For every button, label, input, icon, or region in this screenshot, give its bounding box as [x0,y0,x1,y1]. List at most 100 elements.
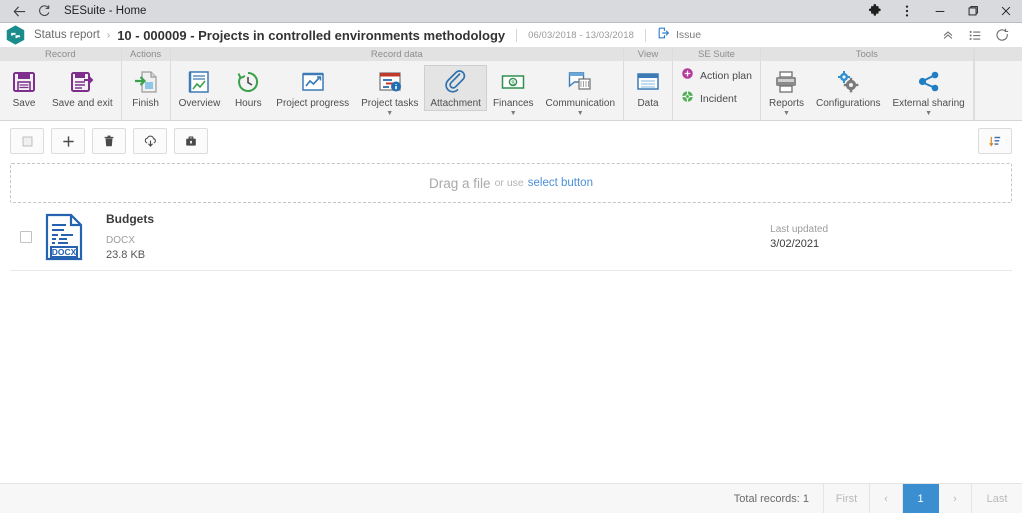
list-menu-icon[interactable] [968,28,982,42]
reload-icon[interactable] [36,3,52,19]
hours-clock-icon [235,68,261,96]
ribbon-empty-area [973,48,1022,120]
dropzone-secondary-text: or use [494,177,524,189]
action-plan-icon [681,67,694,85]
project-progress-chart-icon [300,68,326,96]
attachment-file-list: DOCX Budgets DOCX 23.8 KB Last updated 3… [10,203,1012,271]
ribbon-group-title: Record data [170,48,624,61]
chevron-down-icon[interactable]: ▼ [510,110,517,117]
ribbon-button-label: Data [637,98,659,109]
ribbon-button-project-progress[interactable]: Project progress [270,65,355,111]
back-arrow-icon[interactable] [11,3,27,19]
ribbon-item-incident[interactable]: Incident [681,90,752,108]
download-attachment-button[interactable] [133,128,167,154]
browser-title-bar: SESuite - Home [0,0,1022,23]
ribbon-button-label: Project tasks [361,98,419,109]
ribbon-group-se-suite: SE Suite Action plan Incident [673,48,761,120]
three-dot-menu-icon[interactable] [890,0,923,23]
ribbon-button-label: External sharing [892,98,965,109]
ribbon-button-external-sharing[interactable]: External sharing ▼ [886,65,970,119]
ribbon-toolbar: Record Save Save and exit Actions Finish… [0,48,1022,121]
attachment-toolbar [0,121,1022,161]
pagination-prev-button[interactable]: ‹ [870,483,903,513]
extensions-puzzle-icon[interactable] [860,0,890,23]
sort-button[interactable] [978,128,1012,154]
attachment-paperclip-icon [443,68,469,96]
ribbon-button-hours[interactable]: Hours [226,65,270,111]
pagination-last-button[interactable]: Last [972,484,1022,513]
ribbon-button-label: Reports [768,98,804,109]
browser-nav-icons [0,3,52,19]
ribbon-group-title: View [624,48,673,61]
pagination-next-button[interactable]: › [939,483,972,513]
ribbon-button-label: Hours [234,98,262,109]
double-chevron-up-icon[interactable] [941,28,955,42]
breadcrumb-status-report[interactable]: Status report [34,29,100,41]
header-actions [941,28,1014,43]
docx-file-icon: DOCX [42,213,86,261]
header-divider-1 [516,28,518,42]
file-name[interactable]: Budgets [106,212,154,226]
file-last-updated: Last updated 3/02/2021 [770,224,828,250]
ribbon-group-actions: Actions Finish [121,48,171,120]
attachment-content-area: Drag a file or use select button DOCX Bu… [0,163,1022,513]
chevron-down-icon[interactable]: ▼ [783,110,790,117]
external-sharing-icon [916,68,942,96]
add-attachment-button[interactable] [51,128,85,154]
ribbon-button-data[interactable]: Data [626,65,670,111]
overview-clipboard-icon [186,68,212,96]
archive-button[interactable] [174,128,208,154]
row-checkbox[interactable] [20,230,32,243]
table-row[interactable]: DOCX Budgets DOCX 23.8 KB Last updated 3… [10,203,1012,271]
chevron-down-icon[interactable]: ▼ [577,110,584,117]
record-date-range: 06/03/2018 - 13/03/2018 [528,29,634,41]
ribbon-button-label: Finances [492,98,534,109]
ribbon-button-label: Overview [178,98,221,109]
pagination-first-button[interactable]: First [824,483,870,513]
reports-printer-icon [773,68,799,96]
incident-icon [681,90,694,108]
ribbon-button-configurations[interactable]: Configurations [810,65,886,111]
chevron-down-icon[interactable]: ▼ [386,110,393,117]
refresh-icon[interactable] [995,28,1010,43]
ribbon-group-record: Record Save Save and exit [0,48,122,120]
ribbon-button-communication[interactable]: Communication ▼ [540,65,621,119]
file-info: Budgets DOCX 23.8 KB [106,212,154,261]
close-icon[interactable] [989,0,1022,23]
ribbon-group-title: Actions [121,48,170,61]
browser-tab-title: SESuite - Home [64,5,147,17]
ribbon-button-save[interactable]: Save [2,65,46,111]
ribbon-group-title: Tools [760,48,973,61]
last-updated-value: 3/02/2021 [770,237,820,250]
ribbon-button-label: Configurations [815,98,881,109]
ribbon-button-save-and-exit[interactable]: Save and exit [46,65,119,111]
issue-action[interactable]: Issue [657,26,701,45]
communication-chat-icon [567,68,593,96]
issue-export-icon [657,26,671,45]
ribbon-item-label: Incident [700,93,737,105]
total-records-label: Total records: 1 [733,493,809,505]
ribbon-button-overview[interactable]: Overview [173,65,227,111]
header-divider-2 [644,28,646,42]
select-all-checkbox-button[interactable] [10,128,44,154]
ribbon-empty-title [974,48,1022,61]
chevron-down-icon[interactable]: ▼ [925,110,932,117]
maximize-icon[interactable] [956,0,989,23]
file-dropzone[interactable]: Drag a file or use select button [10,163,1012,203]
minimize-icon[interactable] [923,0,956,23]
svg-text:DOCX: DOCX [52,247,77,257]
ribbon-group-view: View Data [624,48,674,120]
pagination-page-1[interactable]: 1 [903,483,939,513]
ribbon-item-action-plan[interactable]: Action plan [681,67,752,85]
window-controls [860,0,1022,23]
ribbon-button-project-tasks[interactable]: Project tasks ▼ [355,65,424,119]
ribbon-button-finish[interactable]: Finish [124,65,168,111]
ribbon-button-finances[interactable]: $ Finances ▼ [487,65,540,119]
ribbon-group-title: Record [0,48,121,61]
delete-attachment-button[interactable] [92,128,126,154]
ribbon-button-reports[interactable]: Reports ▼ [763,65,810,119]
ribbon-group-record-data: Record data Overview Hours Project progr… [170,48,625,120]
ribbon-button-label: Communication [545,98,616,109]
select-file-link[interactable]: select button [528,177,593,189]
ribbon-button-attachment[interactable]: Attachment [424,65,487,111]
